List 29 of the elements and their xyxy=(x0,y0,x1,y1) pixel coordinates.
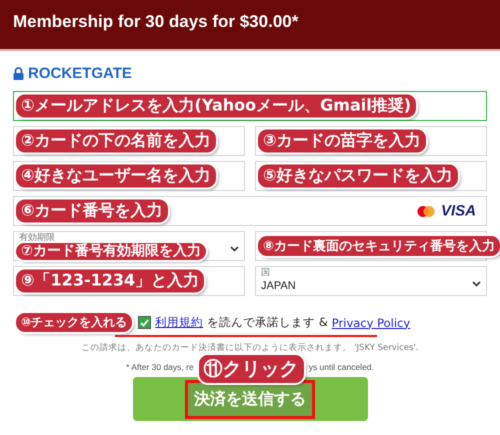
select-field[interactable]: 国 JAPAN xyxy=(255,266,487,296)
field-label: 有効期限 xyxy=(19,232,55,242)
billing-note: この請求は、あなたのカード決済書に以下のように表示されます。 'JSKY Services'. xyxy=(80,342,420,354)
annotation-tooltip: ⑩チェックを入れる xyxy=(16,313,132,332)
annotation-tooltip: ①メールアドレスを入力(Yahooメール、Gmail推奨) xyxy=(16,94,416,118)
visa-logo: VISA xyxy=(440,202,476,220)
logo-text: ROCKETGATE xyxy=(28,64,132,82)
chevron-icon xyxy=(472,281,481,287)
annotation-tooltip: ⑪クリック xyxy=(198,355,304,383)
annotation-tooltip: ⑨「123-1234」と入力 xyxy=(16,270,204,292)
renewal-note: ys until canceled. xyxy=(308,362,374,372)
chevron-icon xyxy=(230,246,239,252)
field-label: 国 xyxy=(261,267,270,277)
annotation-tooltip: ②カードの下の名前を入力 xyxy=(16,130,216,152)
renewal-note: * After 30 days, re xyxy=(126,362,194,372)
terms-link[interactable]: 利用規約 xyxy=(155,315,204,330)
lock-icon xyxy=(13,66,24,80)
field-value: JAPAN xyxy=(261,280,296,292)
privacy-policy-link[interactable]: Privacy Policy xyxy=(332,316,410,330)
terms-text: を読んで承諾します & xyxy=(207,315,328,330)
annotation-tooltip: ⑧カード裏面のセキュリティ番号を入力 xyxy=(258,236,500,256)
annotation-tooltip: ④好きなユーザー名を入力 xyxy=(16,164,216,188)
annotation-tooltip: ⑥カード番号を入力 xyxy=(16,200,168,222)
annotation-tooltip: ⑤好きなパスワードを入力 xyxy=(258,164,458,188)
annotation-tooltip: ⑦カード番号有効期限を入力 xyxy=(16,242,206,260)
mastercard-icon xyxy=(416,205,435,217)
annotation-tooltip: ③カードの苗字を入力 xyxy=(258,130,426,152)
header-title: Membership for 30 days for $30.00* xyxy=(13,12,298,32)
checkbox[interactable] xyxy=(138,316,152,329)
